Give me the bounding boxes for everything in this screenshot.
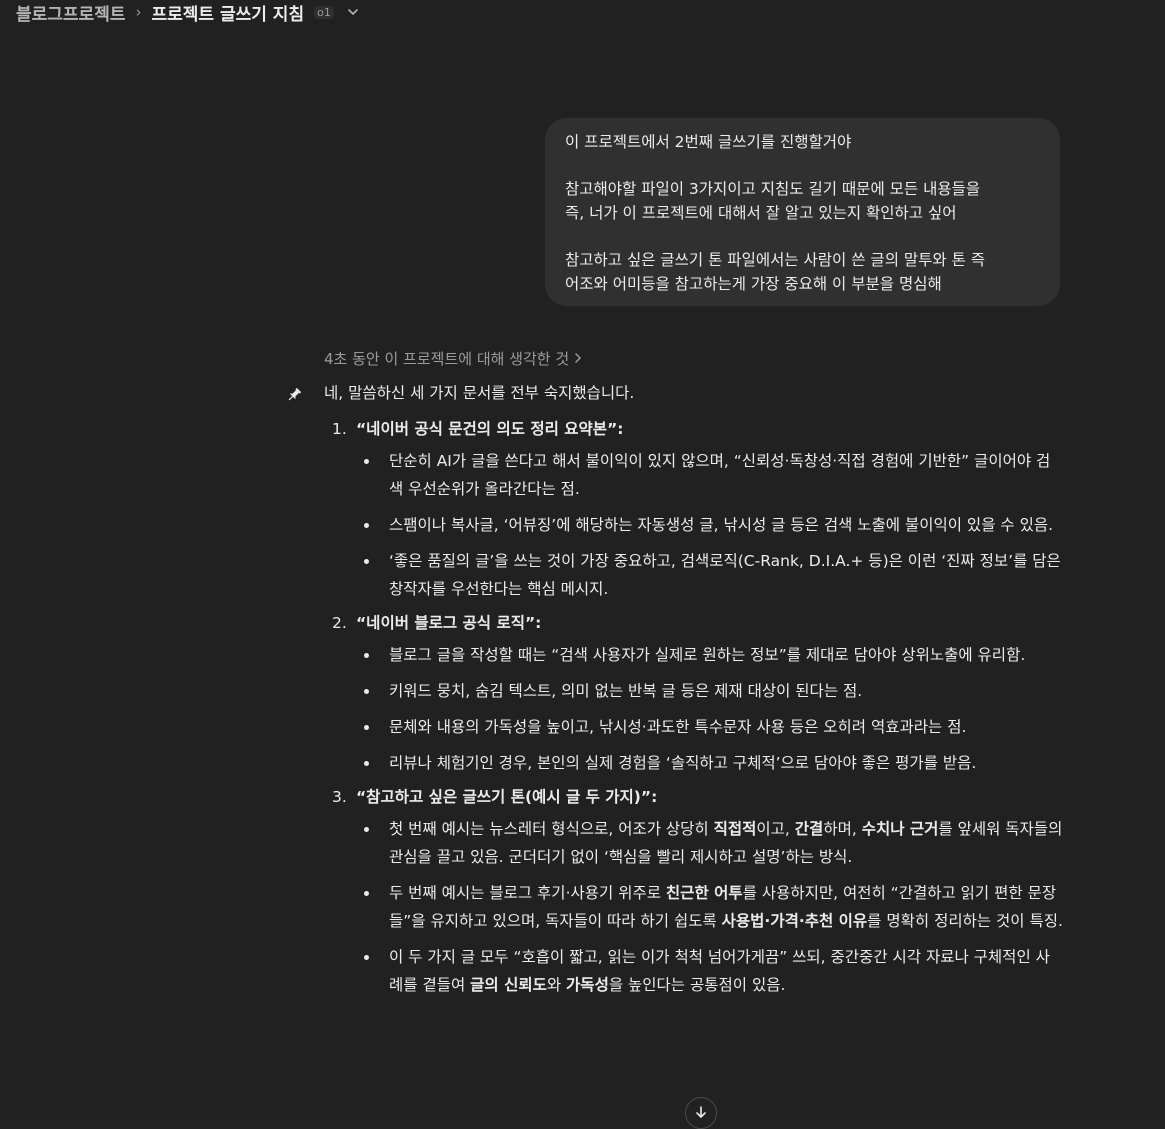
assistant-message: 네, 말씀하신 세 가지 문서를 전부 숙지했습니다. 1. “네이버 공식 문건… [324, 381, 1064, 1007]
bullet-list: 단순히 AI가 글을 쓴다고 해서 불이익이 있지 않으며, “신뢰성·독창성·… [356, 447, 1064, 603]
bullet-text: 스팸이나 복사글, ‘어뷰징’에 해당하는 자동생성 글, 낚시성 글 등은 검… [389, 516, 1054, 534]
bullet-item: 이 두 가지 글 모두 “호흡이 짧고, 읽는 이가 척척 넘어가게끔” 쓰되,… [356, 943, 1064, 999]
bullet-list: 블로그 글을 작성할 때는 “검색 사용자가 실제로 원하는 정보”를 제대로 … [356, 641, 1064, 777]
bullet-text: 을 높인다는 공통점이 있음. [608, 976, 786, 994]
bold-text: 사용법·가격·추천 이유 [721, 912, 868, 930]
bold-text: 글의 신뢰도 [470, 976, 547, 994]
bold-text: 수치나 근거 [861, 820, 939, 838]
section-title: “네이버 블로그 공식 로직”: [356, 614, 542, 632]
bullet-text: 리뷰나 체험기인 경우, 본인의 실제 경험을 ‘솔직하고 구체적’으로 담아야… [389, 754, 977, 772]
pin-icon [285, 386, 303, 404]
arrow-down-icon [694, 1104, 708, 1123]
bold-text: 직접적 [713, 820, 757, 838]
user-message-paragraph: 참고해야할 파일이 3가지이고 지침도 길기 때문에 모든 내용들을 즉, 너가… [565, 179, 981, 223]
section-title: “참고하고 싶은 글쓰기 톤(예시 글 두 가지)”: [356, 788, 658, 806]
breadcrumb-separator: › [135, 3, 142, 21]
bullet-list: 첫 번째 예시는 뉴스레터 형식으로, 어조가 상당히 직접적이고, 간결하며,… [356, 815, 1064, 999]
bullet-item: 리뷰나 체험기인 경우, 본인의 실제 경험을 ‘솔직하고 구체적’으로 담아야… [356, 749, 1064, 777]
bullet-item: 스팸이나 복사글, ‘어뷰징’에 해당하는 자동생성 글, 낚시성 글 등은 검… [356, 511, 1064, 539]
bold-text: 가독성 [566, 976, 609, 994]
thought-label: 4초 동안 이 프로젝트에 대해 생각한 것 [324, 350, 570, 368]
bullet-item: 키워드 뭉치, 숨김 텍스트, 의미 없는 반복 글 등은 제재 대상이 된다는… [356, 677, 1064, 705]
answer-section: 3. “참고하고 싶은 글쓰기 톤(예시 글 두 가지)”: 첫 번째 예시는 뉴스… [324, 785, 1064, 999]
section-number: 1. [332, 420, 347, 438]
bullet-item: ‘좋은 품질의 글’을 쓰는 것이 가장 중요하고, 검색로직(C-Rank, … [356, 547, 1064, 603]
bold-text: 간결 [794, 820, 824, 838]
user-message-paragraph: 참고하고 싶은 글쓰기 톤 파일에서는 사람이 쓴 글의 말투와 톤 즉 어조와… [565, 250, 986, 294]
bullet-text: 하며, [823, 820, 862, 838]
bullet-text: 를 명확히 정리하는 것이 특징. [867, 912, 1063, 930]
bullet-item: 블로그 글을 작성할 때는 “검색 사용자가 실제로 원하는 정보”를 제대로 … [356, 641, 1064, 669]
answer-section: 2. “네이버 블로그 공식 로직”: 블로그 글을 작성할 때는 “검색 사용자가… [324, 611, 1064, 777]
section-title: “네이버 공식 문건의 의도 정리 요약본”: [356, 420, 624, 438]
bold-text: 친근한 어투 [665, 884, 743, 902]
chat-title[interactable]: 프로젝트 글쓰기 지침 [151, 0, 304, 25]
bullet-text: 이고, [756, 820, 795, 838]
answer-section: 1. “네이버 공식 문건의 의도 정리 요약본”: 단순히 AI가 글을 쓴다고 … [324, 417, 1064, 603]
answer-sections: 1. “네이버 공식 문건의 의도 정리 요약본”: 단순히 AI가 글을 쓴다고 … [324, 417, 1064, 999]
bullet-item: 두 번째 예시는 블로그 후기·사용기 위주로 친근한 어투를 사용하지만, 여… [356, 879, 1064, 935]
bullet-text: 문체와 내용의 가독성을 높이고, 낚시성·과도한 특수문자 사용 등은 오히려… [389, 718, 967, 736]
bullet-item: 단순히 AI가 글을 쓴다고 해서 불이익이 있지 않으며, “신뢰성·독창성·… [356, 447, 1064, 503]
bullet-text: 첫 번째 예시는 뉴스레터 형식으로, 어조가 상당히 [389, 820, 714, 838]
bullet-item: 문체와 내용의 가독성을 높이고, 낚시성·과도한 특수문자 사용 등은 오히려… [356, 713, 1064, 741]
section-number: 2. [332, 614, 347, 632]
bullet-text: ‘좋은 품질의 글’을 쓰는 것이 가장 중요하고, 검색로직(C-Rank, … [389, 552, 1061, 598]
thought-summary[interactable]: 4초 동안 이 프로젝트에 대해 생각한 것 [324, 348, 583, 369]
breadcrumb: 블로그프로젝트 › 프로젝트 글쓰기 지침 o1 [16, 0, 360, 25]
chevron-down-icon[interactable] [346, 5, 360, 19]
chevron-right-icon [573, 350, 583, 368]
model-badge: o1 [314, 5, 334, 19]
breadcrumb-project[interactable]: 블로그프로젝트 [16, 0, 125, 25]
bullet-text: 키워드 뭉치, 숨김 텍스트, 의미 없는 반복 글 등은 제재 대상이 된다는… [389, 682, 863, 700]
user-message-paragraph: 이 프로젝트에서 2번째 글쓰기를 진행할거야 [565, 133, 852, 151]
bullet-text: 두 번째 예시는 블로그 후기·사용기 위주로 [389, 884, 666, 902]
user-message: 이 프로젝트에서 2번째 글쓰기를 진행할거야 참고해야할 파일이 3가지이고 … [545, 118, 1060, 306]
bullet-text: 블로그 글을 작성할 때는 “검색 사용자가 실제로 원하는 정보”를 제대로 … [389, 646, 1026, 664]
scroll-to-bottom-button[interactable] [685, 1097, 717, 1129]
section-number: 3. [332, 788, 347, 806]
bullet-text: 단순히 AI가 글을 쓴다고 해서 불이익이 있지 않으며, “신뢰성·독창성·… [389, 452, 1051, 498]
bullet-text: 와 [546, 976, 567, 994]
bullet-item: 첫 번째 예시는 뉴스레터 형식으로, 어조가 상당히 직접적이고, 간결하며,… [356, 815, 1064, 871]
assistant-intro: 네, 말씀하신 세 가지 문서를 전부 숙지했습니다. [324, 384, 635, 402]
